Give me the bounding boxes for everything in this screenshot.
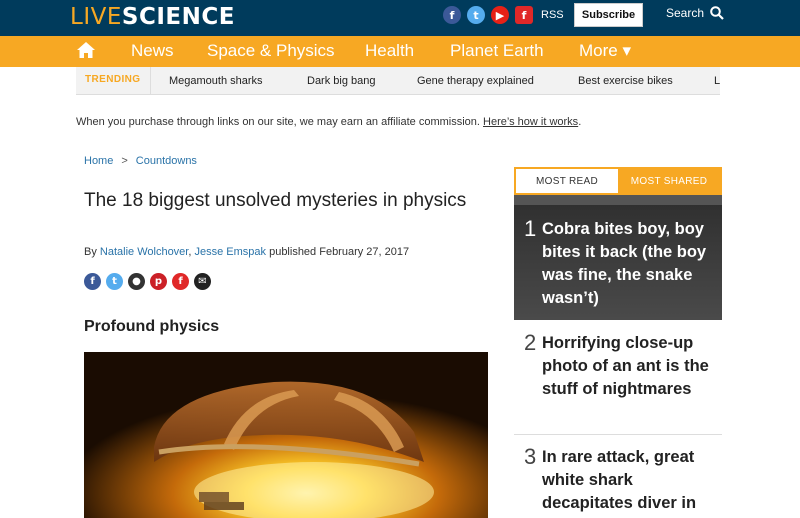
author-link[interactable]: Jesse Emspak xyxy=(194,246,266,258)
featured-image-strip xyxy=(514,195,722,205)
reddit-icon[interactable]: ● xyxy=(128,273,145,290)
author-link[interactable]: Natalie Wolchover xyxy=(100,246,188,258)
byline: By Natalie Wolchover, Jesse Emspak publi… xyxy=(84,246,409,258)
top-bar: LIVESCIENCE f t ▶ f RSS Subscribe Search xyxy=(0,0,800,36)
subscribe-button[interactable]: Subscribe xyxy=(574,3,643,27)
home-icon[interactable] xyxy=(76,41,96,59)
trending-item-exercise-bikes[interactable]: Best exercise bikes xyxy=(578,75,673,87)
affiliate-notice: When you purchase through links on our s… xyxy=(76,116,581,128)
twitter-icon[interactable]: t xyxy=(106,273,123,290)
headline[interactable]: Horrifying close-up photo of an ant is t… xyxy=(542,332,720,401)
breadcrumb: Home > Countdowns xyxy=(84,155,197,167)
nav-item-planet-earth[interactable]: Planet Earth xyxy=(450,41,544,61)
pinterest-icon[interactable]: p xyxy=(150,273,167,290)
nav-item-more[interactable]: More ▾ xyxy=(579,41,631,61)
nav-item-health[interactable]: Health xyxy=(365,41,414,61)
hero-image xyxy=(84,352,488,518)
breadcrumb-separator: > xyxy=(121,155,128,167)
headline[interactable]: Cobra bites boy, boy bites it back (the … xyxy=(542,218,720,310)
section-heading: Profound physics xyxy=(84,318,220,335)
trending-item-dark-big-bang[interactable]: Dark big bang xyxy=(307,75,376,87)
affiliate-text: When you purchase through links on our s… xyxy=(76,116,480,128)
flipboard-icon[interactable]: f xyxy=(172,273,189,290)
twitter-icon[interactable]: t xyxy=(467,6,485,24)
nav-item-news[interactable]: News xyxy=(131,41,174,61)
trending-divider xyxy=(150,67,151,95)
trending-item-truncated[interactable]: L xyxy=(714,75,720,87)
email-icon[interactable]: ✉ xyxy=(194,273,211,290)
logo-live: LIVE xyxy=(70,4,122,30)
social-links: f t ▶ f RSS xyxy=(443,6,564,24)
rss-link[interactable]: RSS xyxy=(541,9,564,21)
nav-item-space-physics[interactable]: Space & Physics xyxy=(207,41,335,61)
publish-date: published February 27, 2017 xyxy=(269,246,410,258)
treasure-chest-image xyxy=(84,352,488,518)
trending-item-gene-therapy[interactable]: Gene therapy explained xyxy=(417,75,534,87)
article-title: The 18 biggest unsolved mysteries in phy… xyxy=(84,190,467,211)
headline[interactable]: In rare attack, great white shark decapi… xyxy=(542,446,720,515)
affiliate-link[interactable]: Here’s how it works xyxy=(483,116,578,128)
search-icon xyxy=(710,6,724,20)
list-divider xyxy=(514,434,722,435)
trending-item-megamouth[interactable]: Megamouth sharks xyxy=(169,75,263,87)
most-read-item-featured[interactable]: 1 Cobra bites boy, boy bites it back (th… xyxy=(514,195,722,320)
trending-bar: TRENDING Megamouth sharks Dark big bang … xyxy=(76,67,720,95)
rank-number: 2 xyxy=(524,330,537,355)
site-logo[interactable]: LIVESCIENCE xyxy=(70,4,235,30)
rank-number: 3 xyxy=(524,444,537,469)
affiliate-end: . xyxy=(578,116,582,128)
tab-most-shared[interactable]: MOST SHARED xyxy=(618,169,720,193)
tab-most-read[interactable]: MOST READ xyxy=(516,169,618,193)
rank-number: 1 xyxy=(524,216,537,241)
byline-comma: , xyxy=(188,246,192,258)
main-nav: News Space & Physics Health Planet Earth… xyxy=(0,36,800,67)
share-bar: f t ● p f ✉ xyxy=(84,273,216,290)
trending-label: TRENDING xyxy=(85,74,141,85)
byline-by: By xyxy=(84,246,97,258)
facebook-icon[interactable]: f xyxy=(443,6,461,24)
breadcrumb-home[interactable]: Home xyxy=(84,155,113,167)
breadcrumb-countdowns[interactable]: Countdowns xyxy=(136,155,197,167)
logo-science: SCIENCE xyxy=(121,4,235,30)
search-label: Search xyxy=(666,6,705,20)
search-button[interactable]: Search xyxy=(666,6,724,20)
most-popular-tabs: MOST READ MOST SHARED xyxy=(514,167,722,195)
flipboard-icon[interactable]: f xyxy=(515,6,533,24)
facebook-icon[interactable]: f xyxy=(84,273,101,290)
youtube-icon[interactable]: ▶ xyxy=(491,6,509,24)
